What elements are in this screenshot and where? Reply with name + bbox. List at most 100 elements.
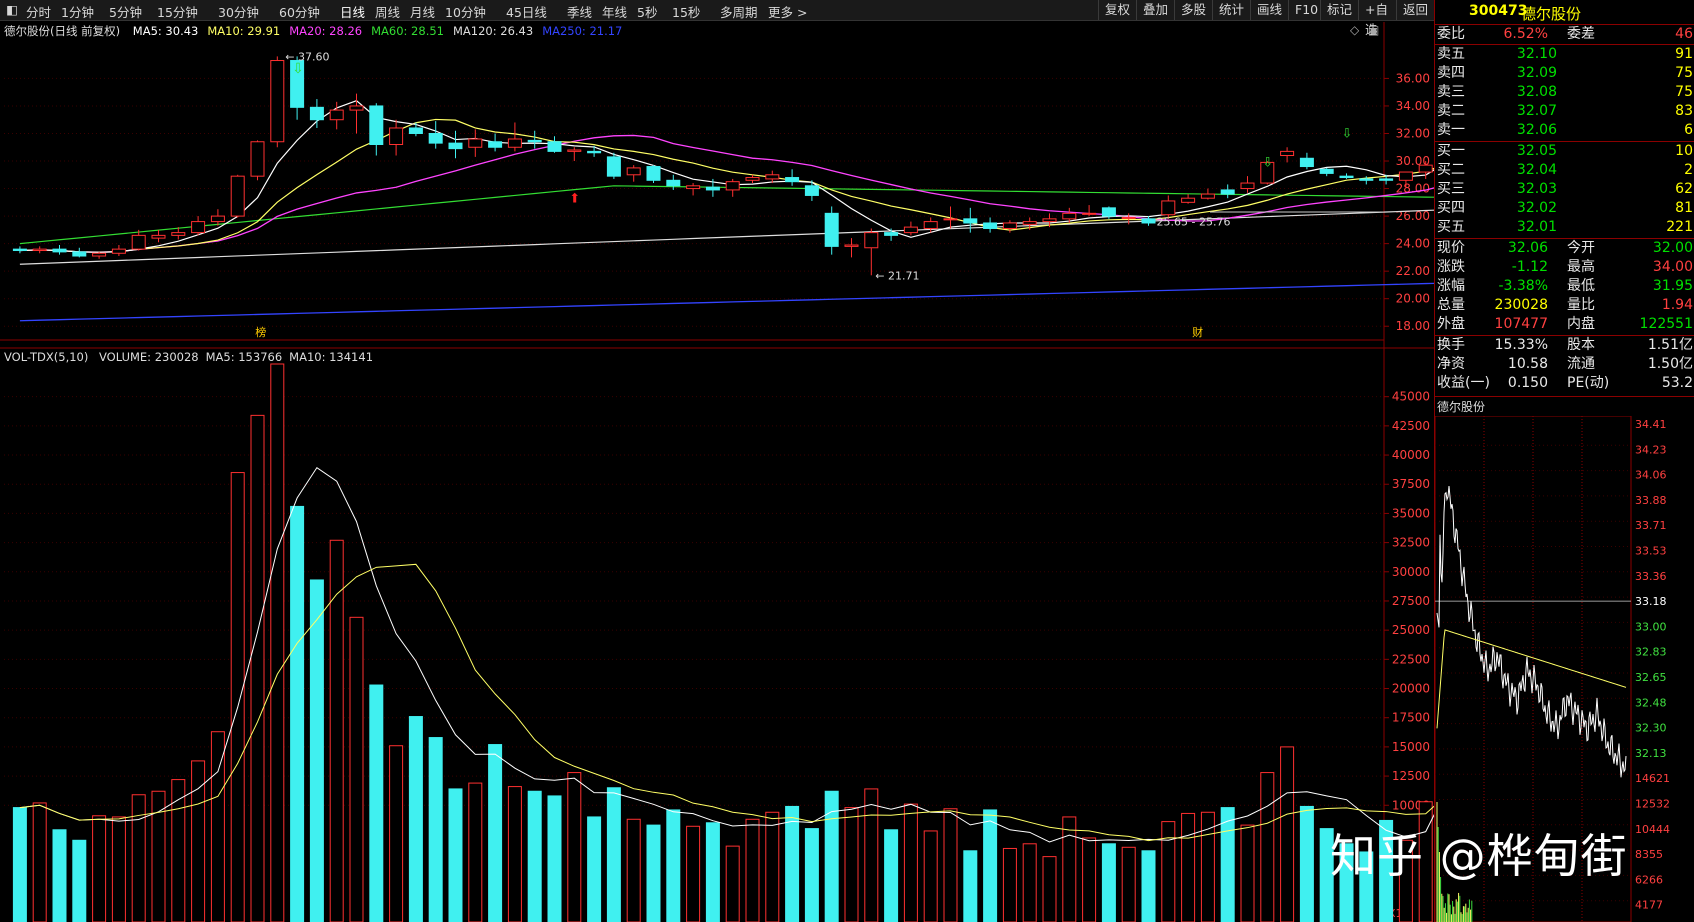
stat-value: 0.150 (1508, 374, 1548, 393)
mini-price-line (1437, 486, 1626, 777)
stat-row: 外盘 107477 内盘 122551 (1435, 315, 1694, 334)
stat-value: 10.58 (1508, 355, 1548, 374)
stat-value: 32.00 (1653, 239, 1693, 258)
volume-bar (271, 364, 284, 922)
stat-value: 1.94 (1662, 296, 1693, 315)
order-price: 32.01 (1517, 218, 1557, 237)
candle-body (1221, 190, 1234, 194)
stock-code: 300473 (1469, 3, 1527, 19)
vol-legend-item: VOLUME: 230028 (99, 350, 199, 364)
price-tick-label: 36.00 (1396, 71, 1430, 85)
order-volume: 10 (1675, 142, 1693, 161)
candle-body (370, 106, 383, 145)
stat-value: -3.38% (1498, 277, 1548, 296)
value: 6.52% (1504, 25, 1548, 44)
vol-tick-label: 25000 (1392, 623, 1430, 637)
order-label: 买四 (1437, 199, 1465, 218)
volume-bar (865, 789, 878, 922)
stat-label: PE(动) (1567, 374, 1609, 393)
volume-bar (627, 819, 640, 922)
volume-bar (924, 831, 937, 922)
volume-bar (647, 825, 660, 922)
mini-axis-label: 33.71 (1635, 519, 1667, 532)
chart-canvas[interactable]: 36.0034.0032.0030.0028.0026.0024.0022.00… (0, 0, 1434, 922)
candle-body (192, 222, 205, 233)
vol-tick-label: 17500 (1392, 711, 1430, 725)
weibi-row: 委比 6.52% 委差 46 (1435, 25, 1694, 44)
candle-body (112, 249, 125, 253)
stat2-row: 收益(一) 0.150 PE(动) 53.2 (1435, 374, 1694, 393)
stat-value: 31.95 (1653, 277, 1693, 296)
stat-value: 122551 (1640, 315, 1693, 334)
candle-body (33, 249, 46, 250)
price-tick-label: 20.00 (1396, 292, 1430, 306)
price-tick-label: 24.00 (1396, 237, 1430, 251)
candle-body (964, 219, 977, 223)
candle-body (429, 133, 442, 143)
volume-bar (231, 473, 244, 922)
stat-row: 总量 230028 量比 1.94 (1435, 296, 1694, 315)
volume-bar (1142, 851, 1155, 922)
label: 委比 (1437, 25, 1465, 44)
candle-body (607, 157, 620, 176)
stat-row: 现价 32.06 今开 32.00 (1435, 239, 1694, 258)
event-marker: 财 (1192, 325, 1203, 339)
candle-body (1281, 151, 1294, 155)
chart-settings-icon[interactable]: ◇ (1350, 23, 1359, 37)
candle-body (588, 151, 601, 152)
candle-body (271, 61, 284, 142)
chart-window-icon[interactable]: ▣ (1368, 23, 1379, 37)
stat-label: 总量 (1437, 296, 1465, 315)
order-label: 买二 (1437, 161, 1465, 180)
volume-legend: VOL-TDX(5,10) VOLUME: 230028 MA5: 153766 M… (4, 350, 373, 364)
candle-body (1320, 169, 1333, 173)
volume-bar (1241, 825, 1254, 922)
volume-bar (291, 506, 304, 922)
candle-body (489, 142, 502, 148)
volume-bar (746, 819, 759, 922)
stat-value: 34.00 (1653, 258, 1693, 277)
candle-body (766, 175, 779, 179)
candle-body (726, 182, 739, 190)
mini-axis-label: 33.88 (1635, 494, 1667, 507)
order-volume: 81 (1675, 199, 1693, 218)
volume-bar (508, 787, 521, 922)
mini-axis-label: 32.65 (1635, 671, 1667, 684)
volume-bar (73, 840, 86, 922)
vol-tick-label: 37500 (1392, 477, 1430, 491)
order-label: 卖五 (1437, 45, 1465, 64)
stat2-row: 换手 15.33% 股本 1.51亿 (1435, 336, 1694, 355)
ma-legend-item: MA60: 28.51 (371, 24, 444, 38)
candle-body (865, 233, 878, 248)
volume-bar (885, 830, 898, 922)
volume-bar (390, 746, 403, 922)
stat-label: 股本 (1567, 336, 1595, 355)
candle-body (528, 140, 541, 141)
candle-body (1241, 183, 1254, 189)
sell-arrow-icon: ⇩ (1342, 127, 1353, 142)
candle-body (211, 216, 224, 222)
mini-axis-label: 32.13 (1635, 747, 1667, 760)
mini-chart-title: 德尔股份 (1437, 398, 1485, 415)
stat-label: 量比 (1567, 296, 1595, 315)
stat-value: -1.12 (1512, 258, 1548, 277)
volume-bar (112, 817, 125, 922)
stat2-row: 净资 10.58 流通 1.50亿 (1435, 355, 1694, 374)
volume-bar (588, 817, 601, 922)
volume-bar (132, 795, 145, 922)
order-label: 卖二 (1437, 102, 1465, 121)
volume-bar (766, 812, 779, 922)
vol-tick-label: 40000 (1392, 448, 1430, 462)
ma-legend-item: MA10: 29.91 (207, 24, 280, 38)
ma-legend-item: MA250: 21.17 (542, 24, 622, 38)
stat-label: 最高 (1567, 258, 1595, 277)
buy-order-row: 买三 32.03 62 (1435, 180, 1694, 199)
candle-body (73, 252, 86, 256)
volume-bar (944, 809, 957, 922)
candle-body (1162, 201, 1175, 215)
volume-bar (1221, 808, 1234, 922)
volume-bar (528, 791, 541, 922)
value: 46 (1675, 25, 1693, 44)
candle-body (1023, 222, 1036, 225)
stat-label: 现价 (1437, 239, 1465, 258)
